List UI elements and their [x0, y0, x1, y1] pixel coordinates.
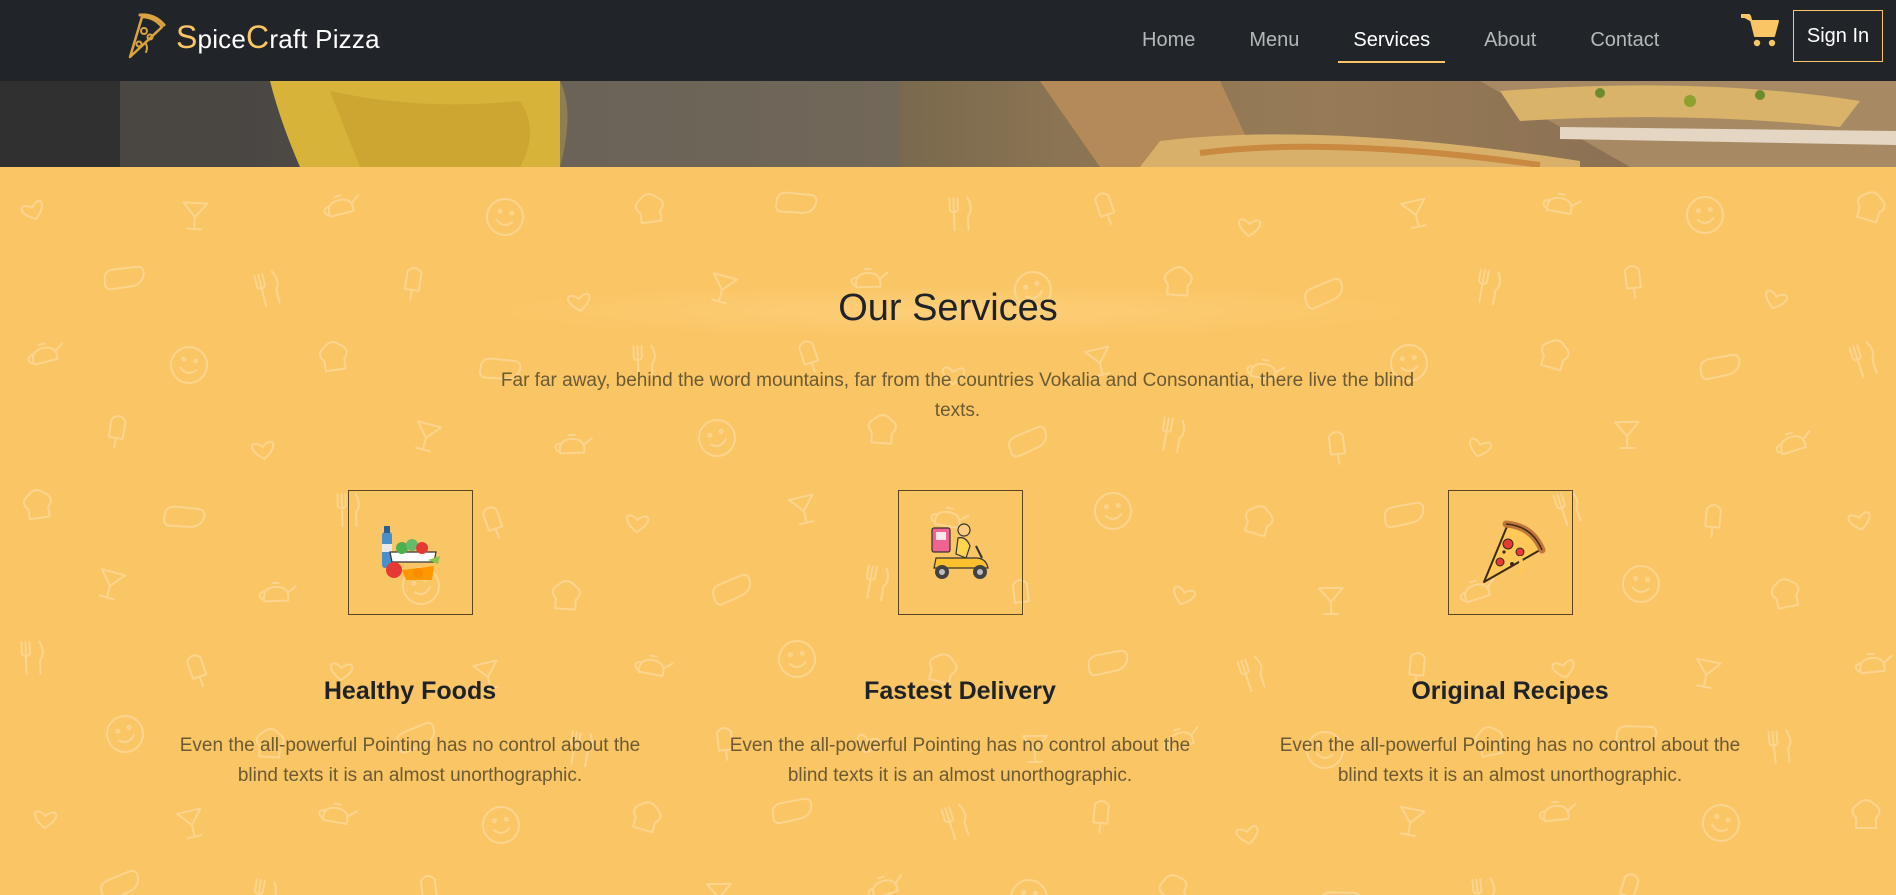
nav-item-about[interactable]: About	[1469, 0, 1551, 81]
main-nav: Home Menu Services About Contact	[1115, 0, 1686, 81]
brand-word-part: pice	[197, 24, 247, 54]
brand-link[interactable]: SpiceCraft Pizza	[124, 11, 380, 63]
brand-letter: S	[176, 19, 198, 55]
service-card-text: Even the all-powerful Pointing has no co…	[1279, 735, 1741, 786]
service-card-title: Fastest Delivery	[864, 677, 1056, 705]
brand-word-part: raft Pizza	[269, 24, 380, 54]
nav-item-menu[interactable]: Menu	[1234, 0, 1314, 81]
sign-in-button[interactable]: Sign In	[1793, 10, 1883, 62]
pizza-slice-logo-icon	[128, 13, 166, 59]
service-icon-box	[348, 490, 473, 615]
pizza-slice-icon	[1482, 520, 1545, 583]
delivery-scooter-icon	[930, 522, 989, 579]
service-card-title: Healthy Foods	[323, 677, 497, 705]
service-icon-box	[1448, 490, 1573, 615]
healthy-food-icon	[381, 525, 440, 580]
brand-name: SpiceCraft Pizza	[176, 21, 380, 53]
service-card-text: Even the all-powerful Pointing has no co…	[179, 735, 641, 786]
brand-letter: C	[246, 19, 270, 55]
nav-item-contact[interactable]: Contact	[1575, 0, 1674, 81]
service-card-title: Original Recipes	[1411, 677, 1609, 705]
top-navbar: SpiceCraft Pizza Home Menu Services Abou…	[0, 0, 1896, 81]
shopping-cart-icon[interactable]	[1741, 12, 1781, 48]
service-icon-box	[898, 490, 1023, 615]
nav-item-services[interactable]: Services	[1338, 0, 1445, 81]
nav-item-home[interactable]: Home	[1127, 0, 1210, 81]
services-section: Our Services Far far away, behind the wo…	[0, 167, 1896, 895]
service-card-text: Even the all-powerful Pointing has no co…	[729, 735, 1191, 786]
services-title: Our Services	[838, 287, 1058, 329]
hero-image	[0, 81, 1896, 167]
services-subtitle: Far far away, behind the word mountains,…	[500, 370, 1415, 421]
